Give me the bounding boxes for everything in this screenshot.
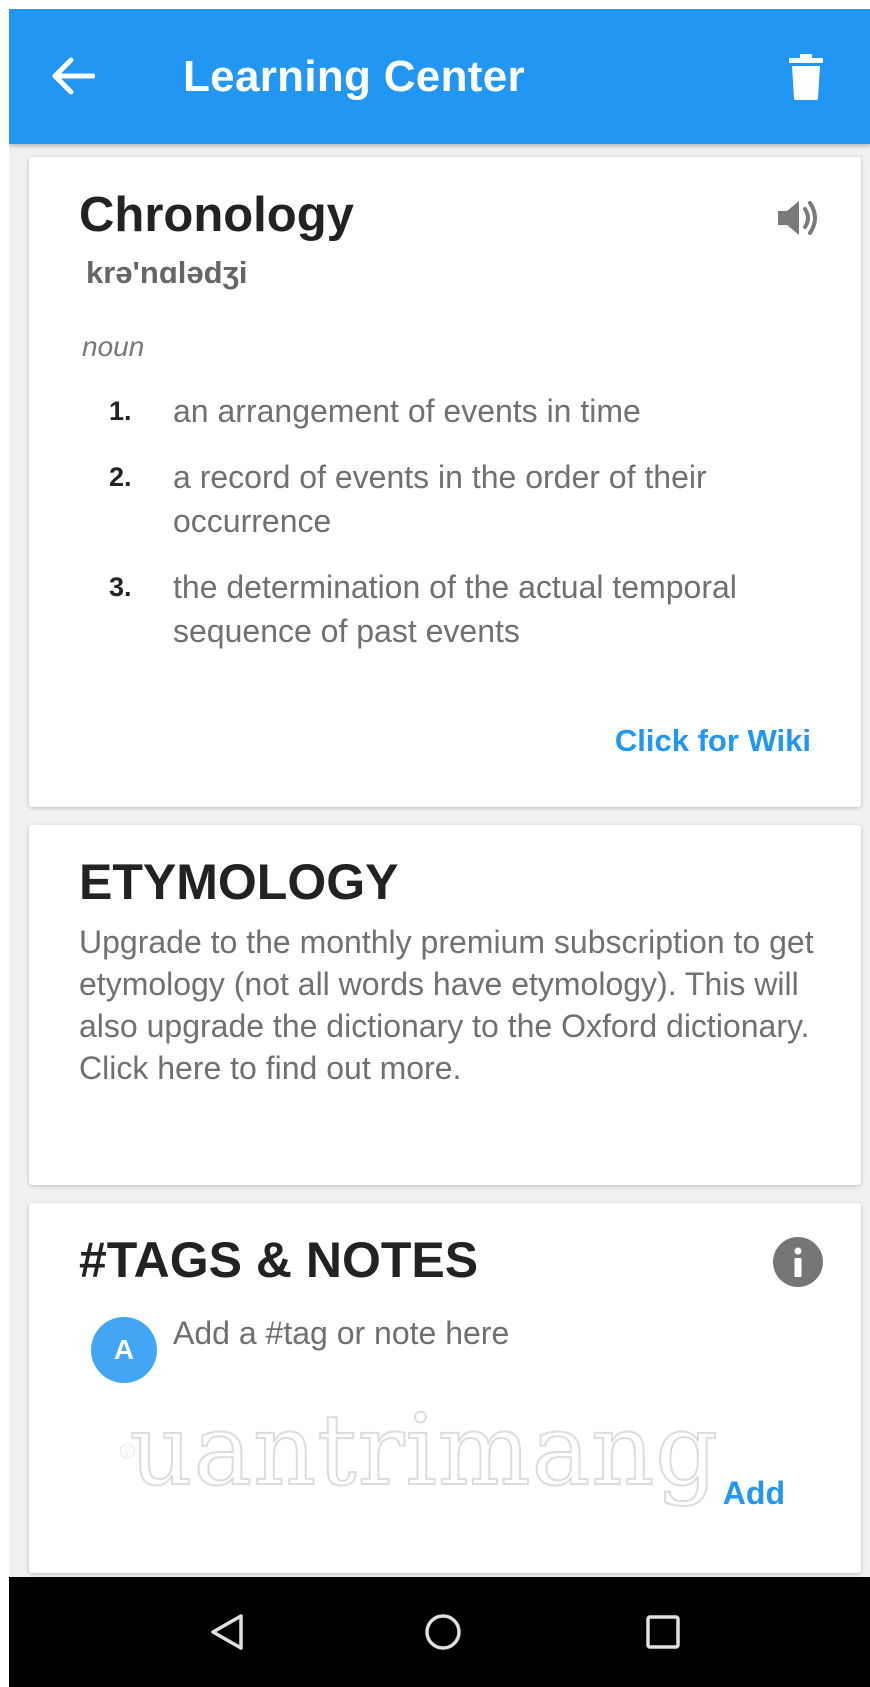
app-bar: Learning Center — [9, 9, 870, 144]
phonetic-spelling: krə'nɑlədʒi — [86, 255, 248, 290]
definition-number: 1. — [109, 396, 132, 426]
app-title: Learning Center — [183, 52, 525, 101]
definition-number: 3. — [109, 572, 132, 602]
lightbulb-icon — [119, 1443, 135, 1459]
nav-recents-button[interactable] — [635, 1604, 691, 1660]
definition-text: an arrangement of events in time — [173, 393, 641, 429]
etymology-card[interactable]: ETYMOLOGY Upgrade to the monthly premium… — [29, 825, 861, 1185]
etymology-title: ETYMOLOGY — [79, 854, 399, 910]
screen: Learning Center Chronology krə'nɑlədʒi n… — [9, 9, 870, 1687]
definition-number: 2. — [109, 462, 132, 492]
tags-notes-card: #TAGS & NOTES A uantrimang Add — [29, 1203, 861, 1573]
definition-item: 2. a record of events in the order of th… — [109, 455, 829, 543]
pronounce-button[interactable] — [773, 193, 823, 243]
speaker-icon — [778, 201, 817, 235]
nav-back-button[interactable] — [199, 1604, 255, 1660]
tags-notes-title: #TAGS & NOTES — [79, 1232, 479, 1288]
watermark: uantrimang — [119, 1381, 719, 1521]
circle-home-icon — [425, 1614, 461, 1650]
definition-text: the determination of the actual temporal… — [173, 569, 737, 649]
part-of-speech: noun — [82, 331, 145, 362]
tag-note-input[interactable] — [173, 1303, 813, 1363]
add-button[interactable]: Add — [723, 1471, 785, 1515]
back-button[interactable] — [43, 46, 103, 106]
watermark-text: uantrimang — [129, 1394, 719, 1508]
wiki-link[interactable]: Click for Wiki — [615, 720, 811, 762]
definition-item: 3. the determination of the actual tempo… — [109, 565, 829, 653]
info-button[interactable] — [773, 1237, 823, 1287]
nav-home-button[interactable] — [415, 1604, 471, 1660]
system-nav-bar — [9, 1577, 870, 1687]
avatar: A — [91, 1317, 157, 1383]
definition-list: 1. an arrangement of events in time 2. a… — [109, 389, 829, 675]
definition-item: 1. an arrangement of events in time — [109, 389, 829, 433]
trash-icon — [789, 54, 823, 100]
delete-button[interactable] — [778, 45, 834, 109]
arrow-left-icon — [52, 57, 95, 95]
definition-card: Chronology krə'nɑlədʒi noun 1. an arrang… — [29, 157, 861, 807]
etymology-upgrade-text[interactable]: Upgrade to the monthly premium subscript… — [79, 921, 849, 1089]
square-recents-icon — [646, 1615, 680, 1649]
triangle-back-icon — [211, 1614, 243, 1650]
word-title: Chronology — [79, 188, 354, 242]
definition-text: a record of events in the order of their… — [173, 459, 707, 539]
info-icon — [794, 1247, 802, 1277]
